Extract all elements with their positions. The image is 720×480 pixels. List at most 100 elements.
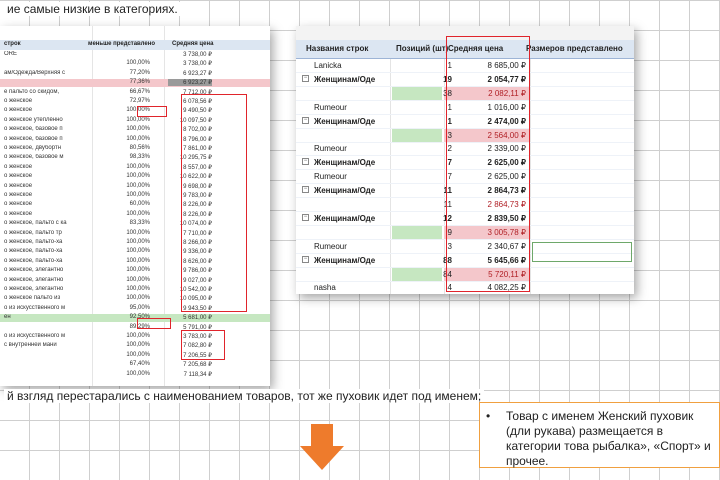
- row-name: о женское, базовое м: [4, 154, 64, 161]
- row-name: ен: [4, 314, 11, 321]
- row-name: Rumeour: [314, 102, 347, 112]
- table-row: ен 92,50% 5 681,00 ₽: [0, 314, 270, 323]
- collapse-icon[interactable]: −: [302, 255, 309, 263]
- row-name: Rumeour: [314, 144, 347, 154]
- row-percent: 100,00%: [126, 126, 150, 133]
- row-percent: 67,40%: [129, 361, 150, 368]
- header-sizes: Размеров представлено: [526, 44, 623, 53]
- collapse-icon[interactable]: −: [302, 74, 309, 82]
- row-name: Женщинам/Оде: [314, 158, 376, 168]
- row-name: Женщинам/Оде: [314, 186, 376, 196]
- collapse-icon[interactable]: −: [302, 158, 309, 166]
- row-name: Женщинам/Оде: [314, 74, 376, 84]
- row-price: 6 923,27 ₽: [183, 70, 212, 77]
- row-percent: 100,00%: [126, 248, 150, 255]
- row-name: о женское, базовое п: [4, 135, 63, 142]
- row-percent: 100,00%: [126, 286, 150, 292]
- table-row: 100,00% 7 206,55 ₽: [0, 352, 270, 360]
- row-name: nasha: [314, 283, 336, 293]
- row-percent: 60,00%: [129, 201, 150, 208]
- row-name: ам/Одежда/Верхняя с: [4, 69, 66, 76]
- intro-text: ие самые низкие в категориях.: [4, 2, 181, 16]
- table-row: 67,40% 7 205,68 ₽: [0, 361, 270, 369]
- row-name: Rumeour: [314, 241, 347, 251]
- row-percent: 80,56%: [129, 145, 150, 151]
- row-name: о из искусственного м: [4, 333, 66, 339]
- row-percent: 98,33%: [129, 154, 150, 161]
- row-name: о женское, элегантно: [4, 276, 64, 283]
- row-name: ORE: [4, 51, 18, 57]
- row-name: о женское, пальто с ка: [4, 220, 67, 227]
- collapse-icon[interactable]: −: [302, 116, 309, 124]
- row-percent: 77,36%: [129, 79, 150, 86]
- row-percent: 100,00%: [126, 210, 150, 217]
- red-highlight-box: [181, 94, 247, 312]
- table-row: ORE 3 738,00 ₽: [0, 51, 270, 59]
- table-row: 89,29% 5 791,00 ₽: [0, 324, 270, 332]
- row-name: о женское, элегантно: [4, 286, 64, 292]
- header-price: Средняя цена: [172, 41, 214, 47]
- left-table-screenshot: строк меньше представлено Средняя цена O…: [0, 26, 270, 386]
- row-price: 3 738,00 ₽: [183, 61, 212, 68]
- row-name: Rumeour: [314, 172, 347, 182]
- table-row: о из искусственного м 100,00% 3 783,00 ₽: [0, 333, 270, 341]
- red-highlight-box: [137, 318, 171, 329]
- row-name: о женское, пальто-ха: [4, 239, 63, 245]
- row-percent: 100,00%: [126, 276, 150, 283]
- caption-text: й взгляд перестарались с наименованием т…: [4, 389, 485, 403]
- collapse-icon[interactable]: −: [302, 186, 309, 194]
- header-sizes: меньше представлено: [88, 41, 156, 47]
- row-name: о женское: [4, 173, 33, 180]
- note-bullet: •: [486, 409, 491, 423]
- table-row: ам/Одежда/Верхняя с 77,20% 6 923,27 ₽: [0, 70, 270, 78]
- row-percent: 100,00%: [126, 342, 150, 349]
- green-selection-box: [532, 242, 632, 262]
- row-price: 3 738,00 ₽: [183, 52, 212, 58]
- row-name: о женское утеплённо: [4, 116, 63, 123]
- row-percent: 100,00%: [126, 173, 150, 180]
- row-name: о женское: [4, 107, 33, 114]
- note-box: • Товар с именем Женский пуховик (дли ру…: [479, 402, 720, 468]
- row-name: Женщинам/Оде: [314, 255, 376, 265]
- row-percent: 100,00%: [126, 239, 150, 245]
- row-name: о женское, базовое п: [4, 126, 63, 133]
- row-name: о женское: [4, 201, 33, 208]
- row-percent: 100,00%: [126, 135, 150, 142]
- collapse-icon[interactable]: −: [302, 213, 309, 221]
- row-percent: 66,67%: [129, 88, 150, 95]
- row-percent: 100,00%: [126, 295, 150, 302]
- row-percent: 100,00%: [126, 257, 150, 264]
- row-percent: 100,00%: [126, 182, 150, 189]
- row-percent: 77,20%: [129, 69, 150, 76]
- row-name: о женское, двубортн: [4, 145, 62, 151]
- row-percent: 100,00%: [126, 60, 150, 67]
- red-highlight-box: [181, 330, 225, 360]
- row-name: Женщинам/Оде: [314, 116, 376, 126]
- row-name: о женское пальто из: [4, 295, 61, 302]
- row-price: 7 205,68 ₽: [183, 362, 212, 369]
- note-text: Товар с именем Женский пуховик (дли рука…: [506, 409, 711, 468]
- row-price: 6 923,27 ₽: [168, 79, 212, 87]
- row-name: о женское: [4, 182, 33, 189]
- down-arrow-icon: [300, 424, 344, 470]
- row-price: 7 118,34 ₽: [183, 371, 212, 378]
- row-name: о женское: [4, 210, 33, 217]
- row-percent: 100,00%: [126, 333, 150, 339]
- row-percent: 83,33%: [129, 220, 150, 227]
- row-name: о женское, пальто-ха: [4, 248, 63, 255]
- header-rows: строк: [4, 41, 21, 47]
- red-highlight-box: [446, 36, 530, 292]
- table-row: 77,36% 6 923,27 ₽: [0, 79, 270, 88]
- row-percent: 100,00%: [126, 116, 150, 123]
- row-percent: 100,00%: [126, 163, 150, 170]
- row-percent: 100,00%: [126, 351, 150, 358]
- row-name: о женское: [4, 163, 33, 170]
- table-row: 100,00% 3 738,00 ₽: [0, 60, 270, 68]
- row-name: Женщинам/Оде: [314, 213, 376, 223]
- row-name: о женское, пальто тр: [4, 229, 62, 236]
- row-name: е пальто со скидом,: [4, 88, 60, 95]
- row-name: Lanicka: [314, 61, 342, 70]
- left-table-header: строк меньше представлено Средняя цена: [0, 40, 270, 50]
- header-qty: Позиций (шт): [396, 44, 449, 53]
- table-row: 100,00% 7 118,34 ₽: [0, 371, 270, 379]
